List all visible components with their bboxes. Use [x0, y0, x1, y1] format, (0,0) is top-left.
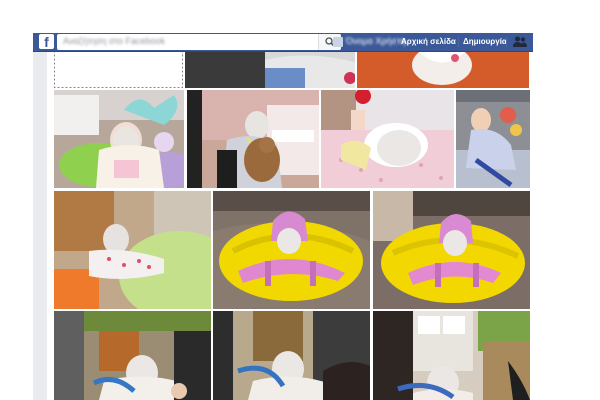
nav-divider [458, 37, 459, 47]
friends-icon[interactable] [513, 36, 527, 48]
search-placeholder: Αναζήτηση στο Facebook [63, 36, 165, 46]
nav-divider [396, 37, 397, 47]
create-link[interactable]: Δημιουργία [463, 37, 507, 46]
top-navigation-bar: f Αναζήτηση στο Facebook Όνομα Χρήστη Αρ… [33, 33, 533, 52]
photo-thumbnail[interactable] [456, 90, 530, 188]
photo-thumbnail[interactable] [357, 50, 529, 88]
photo-thumbnail[interactable] [185, 50, 355, 88]
photo-thumbnail[interactable] [54, 191, 211, 309]
photo-thumbnail[interactable] [54, 50, 183, 88]
photo-thumbnail[interactable] [321, 90, 454, 188]
photo-thumbnail[interactable] [373, 311, 530, 400]
photo-thumbnail[interactable] [187, 90, 319, 188]
search-input[interactable]: Αναζήτηση στο Facebook [57, 34, 341, 50]
nav-divider [506, 37, 507, 47]
photo-thumbnail[interactable] [213, 191, 370, 309]
photo-thumbnail[interactable] [54, 90, 184, 188]
facebook-logo-icon[interactable]: f [39, 34, 54, 49]
photo-thumbnail[interactable] [213, 311, 370, 400]
photo-thumbnail[interactable] [54, 311, 211, 400]
avatar [333, 37, 343, 47]
photo-thumbnail[interactable] [373, 191, 530, 309]
profile-link[interactable]: Όνομα Χρήστη [333, 36, 406, 48]
home-link[interactable]: Αρχική σελίδα [401, 37, 456, 46]
